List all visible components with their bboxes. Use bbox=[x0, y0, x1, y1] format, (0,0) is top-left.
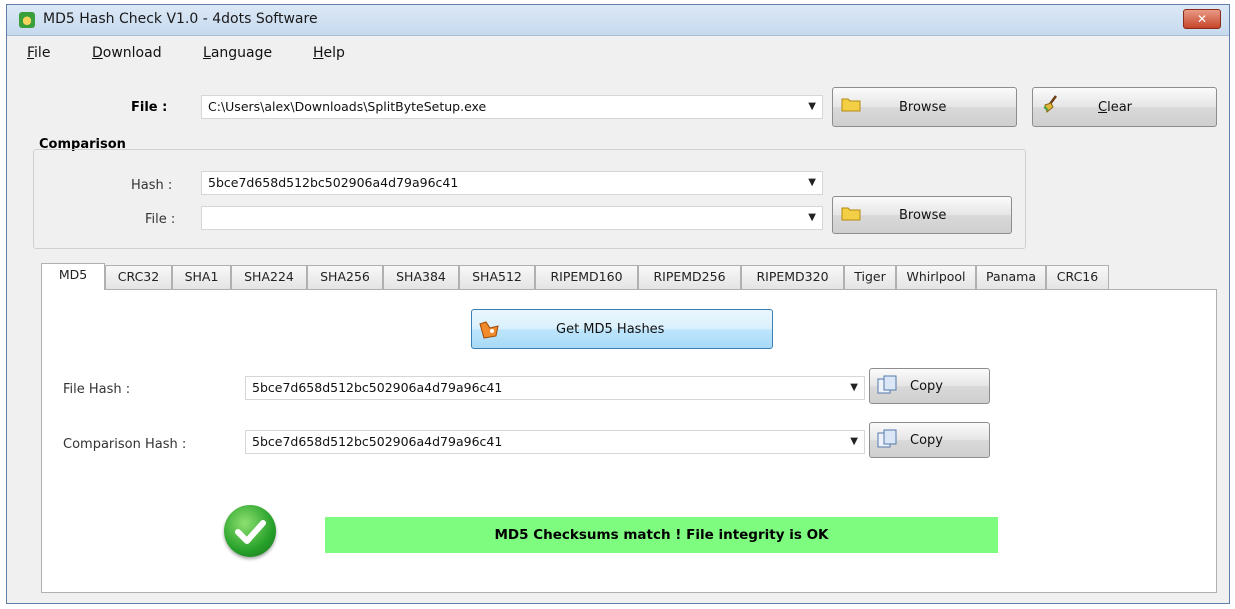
copy-comparison-hash-label: Copy bbox=[910, 432, 943, 448]
chevron-down-icon[interactable]: ▼ bbox=[850, 377, 858, 399]
menu-file-rest: ile bbox=[34, 45, 51, 61]
app-icon bbox=[19, 12, 35, 28]
clear-button[interactable]: Clear bbox=[1032, 87, 1217, 127]
copy-icon bbox=[877, 375, 897, 394]
comparison-hash-panel-combo[interactable]: 5bce7d658d512bc502906a4d79a96c41 ▼ bbox=[245, 430, 865, 454]
menu-language[interactable]: Language bbox=[203, 45, 272, 61]
tab-sha384[interactable]: SHA384 bbox=[383, 265, 459, 289]
tab-sha224[interactable]: SHA224 bbox=[231, 265, 307, 289]
file-path-combo[interactable]: C:\Users\alex\Downloads\SplitByteSetup.e… bbox=[201, 95, 823, 119]
copy-icon bbox=[877, 429, 897, 448]
checkmark-icon bbox=[224, 505, 276, 557]
menu-download[interactable]: Download bbox=[92, 45, 162, 61]
tab-crc32[interactable]: CRC32 bbox=[105, 265, 172, 289]
file-hash-combo[interactable]: 5bce7d658d512bc502906a4d79a96c41 ▼ bbox=[245, 376, 865, 400]
window-title: MD5 Hash Check V1.0 - 4dots Software bbox=[43, 11, 318, 27]
menu-help[interactable]: Help bbox=[313, 45, 345, 61]
copy-file-hash-label: Copy bbox=[910, 378, 943, 394]
tab-ripemd256[interactable]: RIPEMD256 bbox=[638, 265, 741, 289]
comparison-hash-combo[interactable]: 5bce7d658d512bc502906a4d79a96c41 ▼ bbox=[201, 171, 823, 195]
comparison-hash-panel-value: 5bce7d658d512bc502906a4d79a96c41 bbox=[252, 434, 503, 449]
get-md5-hashes-button[interactable]: Get MD5 Hashes bbox=[471, 309, 773, 349]
title-bar: MD5 Hash Check V1.0 - 4dots Software ✕ bbox=[7, 5, 1229, 36]
clear-button-label: Clear bbox=[1098, 88, 1132, 126]
tab-tiger[interactable]: Tiger bbox=[844, 265, 896, 289]
comparison-browse-label: Browse bbox=[899, 207, 947, 223]
status-message: MD5 Checksums match ! File integrity is … bbox=[325, 517, 998, 553]
tab-md5[interactable]: MD5 bbox=[41, 263, 105, 290]
menu-download-accel: D bbox=[92, 45, 103, 61]
menu-help-rest: elp bbox=[323, 45, 345, 61]
browse-button[interactable]: Browse bbox=[832, 87, 1017, 127]
comparison-file-combo[interactable]: ▼ bbox=[201, 206, 823, 230]
menu-language-rest: anguage bbox=[210, 45, 273, 61]
comparison-browse-button[interactable]: Browse bbox=[832, 196, 1012, 234]
comparison-file-label: File : bbox=[145, 212, 176, 227]
file-hash-value: 5bce7d658d512bc502906a4d79a96c41 bbox=[252, 380, 503, 395]
menu-bar: File Download Language Help bbox=[7, 41, 1229, 69]
menu-file[interactable]: File bbox=[27, 45, 50, 61]
broom-icon bbox=[1043, 95, 1057, 113]
file-label: File : bbox=[131, 100, 168, 115]
tab-ripemd160[interactable]: RIPEMD160 bbox=[535, 265, 638, 289]
menu-language-accel: L bbox=[203, 45, 211, 61]
chevron-down-icon[interactable]: ▼ bbox=[808, 207, 816, 229]
comparison-hash-label: Hash : bbox=[131, 178, 173, 193]
browse-button-label: Browse bbox=[899, 99, 947, 115]
tab-crc16[interactable]: CRC16 bbox=[1046, 265, 1109, 289]
comparison-hash-panel-label: Comparison Hash : bbox=[63, 437, 187, 452]
file-path-value: C:\Users\alex\Downloads\SplitByteSetup.e… bbox=[208, 99, 487, 114]
tab-sha256[interactable]: SHA256 bbox=[307, 265, 383, 289]
fox-icon bbox=[479, 321, 499, 339]
tab-sha1[interactable]: SHA1 bbox=[172, 265, 231, 289]
tab-whirlpool[interactable]: Whirlpool bbox=[896, 265, 976, 289]
file-hash-label: File Hash : bbox=[63, 382, 131, 397]
chevron-down-icon[interactable]: ▼ bbox=[850, 431, 858, 453]
checkmark-glyph bbox=[235, 520, 266, 544]
tab-ripemd320[interactable]: RIPEMD320 bbox=[741, 265, 844, 289]
menu-help-accel: H bbox=[313, 45, 324, 61]
menu-file-accel: F bbox=[27, 45, 35, 61]
clear-accel: C bbox=[1098, 99, 1108, 115]
copy-file-hash-button[interactable]: Copy bbox=[869, 368, 990, 404]
menu-download-rest: ownload bbox=[102, 45, 162, 61]
close-icon[interactable]: ✕ bbox=[1183, 9, 1221, 29]
folder-icon bbox=[841, 207, 861, 221]
app-window: MD5 Hash Check V1.0 - 4dots Software ✕ F… bbox=[6, 4, 1230, 604]
copy-comparison-hash-button[interactable]: Copy bbox=[869, 422, 990, 458]
chevron-down-icon[interactable]: ▼ bbox=[808, 96, 816, 118]
get-md5-hashes-label: Get MD5 Hashes bbox=[556, 321, 665, 337]
clear-rest: lear bbox=[1107, 99, 1132, 115]
tab-sha512[interactable]: SHA512 bbox=[459, 265, 535, 289]
chevron-down-icon[interactable]: ▼ bbox=[808, 172, 816, 194]
tab-panama[interactable]: Panama bbox=[976, 265, 1046, 289]
comparison-hash-value: 5bce7d658d512bc502906a4d79a96c41 bbox=[208, 175, 459, 190]
folder-icon bbox=[841, 98, 861, 112]
